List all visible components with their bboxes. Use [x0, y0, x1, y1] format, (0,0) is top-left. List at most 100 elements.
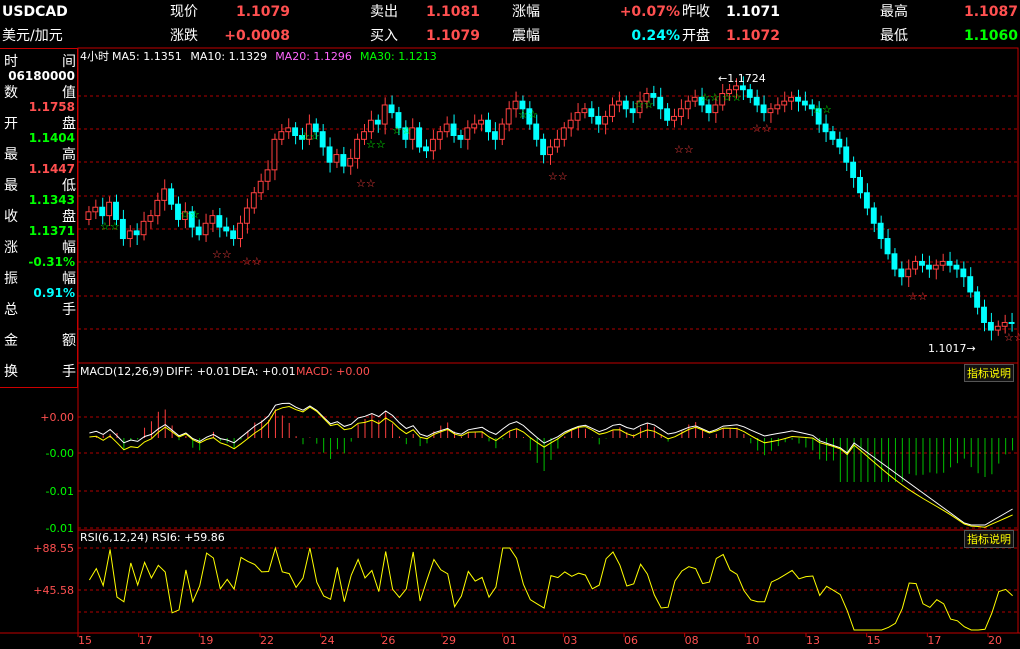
candle-body [857, 176, 863, 194]
candle-body [967, 276, 974, 293]
candle-body [684, 100, 691, 110]
xaxis-label: 01 [503, 634, 517, 647]
candle-body [753, 96, 760, 106]
candle-body [1001, 321, 1008, 327]
macd-dea-line [89, 405, 1013, 528]
candle-body [960, 268, 967, 278]
signal-star-icon: ☆☆ [1004, 331, 1020, 344]
candle-body [485, 119, 491, 133]
ma-label-0: MA5: 1.1351 [112, 50, 182, 63]
candle-body [464, 127, 471, 140]
candle-body [161, 188, 168, 201]
candle-body [505, 108, 512, 125]
macd-value: MACD: +0.00 [296, 365, 370, 378]
signal-star-icon: ☆☆ [752, 122, 772, 135]
candle-body [195, 226, 202, 236]
candle-body [271, 138, 278, 171]
candle-body [829, 131, 836, 140]
candle-body [450, 123, 457, 137]
candle-body [457, 135, 464, 140]
candle-body [712, 104, 719, 114]
signal-star-icon: ☆☆ [356, 177, 376, 190]
candle-body [905, 268, 912, 278]
candle-body [705, 104, 712, 114]
xaxis-label: 26 [381, 634, 395, 647]
candle-body [884, 238, 891, 255]
candle-body [801, 100, 808, 106]
candle-body [223, 226, 230, 232]
candle-body [333, 154, 340, 163]
candle-body [877, 222, 884, 240]
ma-label-3: MA30: 1.1213 [360, 50, 437, 63]
macd-panel-frame [77, 362, 1019, 531]
macd-ytick: -0.01 [46, 522, 74, 535]
xaxis-label: 29 [442, 634, 456, 647]
candle-body [939, 260, 946, 266]
candle-body [264, 169, 271, 182]
macd-diff-line [89, 402, 1013, 526]
chart-canvas[interactable]: 4小时 MA5: 1.1351 MA10: 1.1329 MA20: 1.1296 MA… [0, 0, 1020, 649]
candle-body [423, 146, 429, 152]
xaxis-label: 24 [321, 634, 335, 647]
candle-body [547, 146, 553, 156]
xaxis-label: 17 [927, 634, 941, 647]
candle-body [760, 104, 767, 114]
candle-body [202, 222, 209, 236]
macd-help-button[interactable]: 指标说明 [964, 364, 1014, 382]
signal-star-icon: ☆☆ [518, 108, 538, 121]
candle-body [767, 108, 774, 114]
candle-body [133, 230, 140, 236]
candle-body [92, 206, 99, 213]
high-price-label: ←1.1724 [718, 72, 766, 85]
xaxis-label: 22 [260, 634, 274, 647]
rsi-title: RSI(6,12,24) [80, 531, 148, 544]
candle-body [746, 89, 753, 98]
candle-body [436, 131, 443, 140]
xaxis-label: 20 [988, 634, 1002, 647]
candle-body [292, 127, 299, 137]
signal-star-icon: ☆☆ [300, 130, 320, 143]
candle-body [863, 192, 870, 209]
candle-body [691, 96, 698, 102]
signal-star-icon: ☆☆ [908, 290, 928, 303]
candle-body [588, 108, 595, 117]
candle-body [85, 211, 92, 220]
xaxis-label: 08 [685, 634, 699, 647]
signal-star-icon: ☆☆ [722, 91, 742, 104]
candle-body [932, 264, 939, 270]
candle-body [416, 127, 423, 148]
candle-body [471, 123, 478, 129]
macd-ytick: +0.00 [40, 411, 74, 424]
candle-body [119, 218, 126, 240]
candle-body [602, 115, 609, 125]
signal-star-icon: ☆☆ [812, 103, 832, 116]
signal-star-icon: ☆☆ [700, 91, 720, 104]
candle-body [113, 201, 119, 220]
candle-body [491, 131, 498, 140]
candle-body [657, 96, 664, 110]
ma-label-2: MA20: 1.1296 [275, 50, 352, 63]
candle-body [106, 201, 113, 217]
candle-body [733, 85, 739, 91]
candle-body [788, 96, 795, 102]
candle-body [987, 321, 994, 331]
signal-star-icon: ☆☆ [634, 98, 654, 111]
candle-body [925, 264, 932, 270]
xaxis-label: 15 [78, 634, 92, 647]
macd-dea: DEA: +0.01 [232, 365, 296, 378]
rsi-help-button[interactable]: 指标说明 [964, 530, 1014, 548]
candle-body [250, 192, 257, 209]
macd-ytick: -0.01 [46, 485, 74, 498]
xaxis-label: 15 [867, 634, 881, 647]
candle-body [168, 188, 175, 205]
price-panel-frame [77, 47, 1019, 364]
candle-body [850, 161, 857, 178]
candle-body [478, 119, 485, 125]
candle-body [278, 131, 285, 140]
signal-star-icon: ☆☆ [180, 208, 200, 221]
macd-ytick: -0.00 [46, 447, 74, 460]
candle-body [650, 93, 657, 98]
candle-body [209, 215, 216, 224]
xaxis-label: 06 [624, 634, 638, 647]
candle-body [581, 108, 588, 114]
